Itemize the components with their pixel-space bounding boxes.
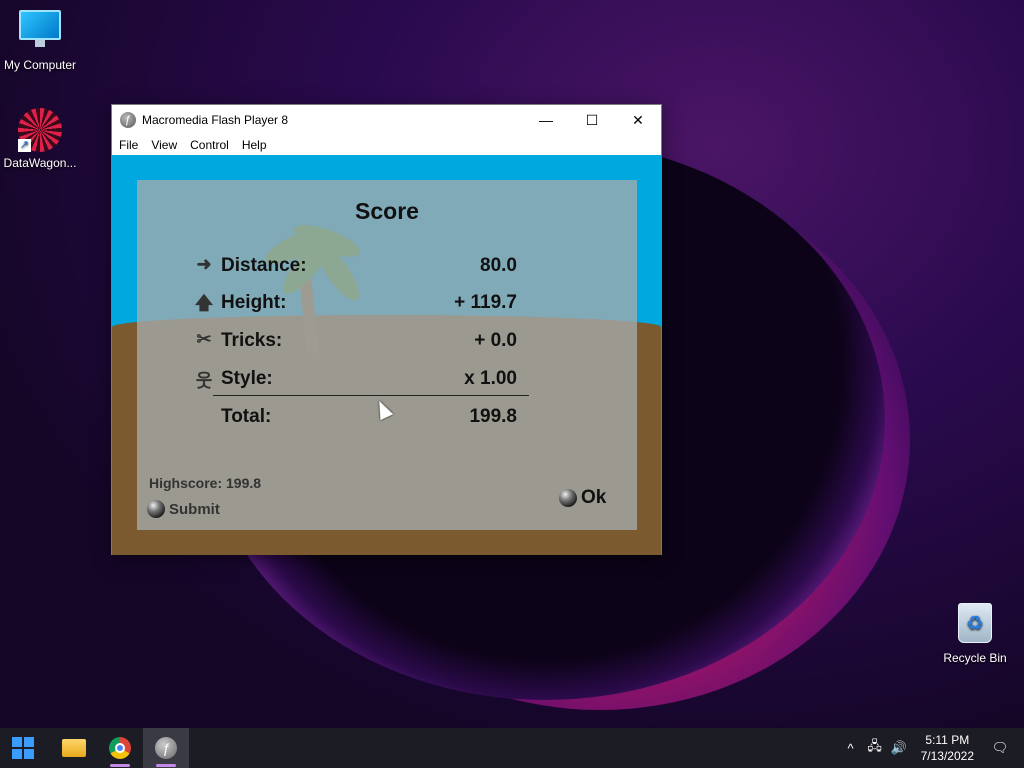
total-divider xyxy=(213,395,529,396)
datawagon-icon: ↗ xyxy=(18,108,62,152)
running-indicator xyxy=(110,764,130,767)
score-row-label: Distance: xyxy=(221,255,307,276)
flash-player-window: ƒ Macromedia Flash Player 8 — ☐ ✕ File V… xyxy=(111,104,662,555)
taskbar-chrome[interactable] xyxy=(97,728,143,768)
folder-icon xyxy=(62,739,86,757)
menu-bar: File View Control Help xyxy=(112,135,661,155)
taskbar: ƒ ^ 🖧 🔊 5:11 PM 7/13/2022 🗨 xyxy=(0,728,1024,768)
clock-time: 5:11 PM xyxy=(925,733,970,747)
flash-icon: ƒ xyxy=(155,737,177,759)
monitor-icon xyxy=(18,10,62,54)
stick-figure-icon: 웃 xyxy=(195,371,213,391)
window-title: Macromedia Flash Player 8 xyxy=(142,113,289,127)
score-row-label: Height: xyxy=(221,292,287,313)
close-button[interactable]: ✕ xyxy=(615,105,661,135)
desktop-icon-my-computer[interactable]: My Computer xyxy=(0,10,80,72)
total-label: Total: xyxy=(221,406,272,427)
taskbar-flash-player[interactable]: ƒ xyxy=(143,728,189,768)
network-icon[interactable]: 🖧 xyxy=(863,737,887,759)
score-row-distance: ➜ Distance: 80.0 xyxy=(193,253,517,279)
menu-file[interactable]: File xyxy=(119,138,138,152)
system-tray: ^ 🖧 🔊 5:11 PM 7/13/2022 🗨 xyxy=(839,728,1024,768)
menu-help[interactable]: Help xyxy=(242,138,267,152)
submit-button[interactable]: Submit xyxy=(147,500,220,518)
score-row-label: Tricks: xyxy=(221,330,283,351)
score-row-value: + 0.0 xyxy=(474,330,517,351)
clock-date: 7/13/2022 xyxy=(920,749,974,763)
start-button[interactable] xyxy=(0,728,46,768)
windows-logo-icon xyxy=(12,737,34,759)
menu-control[interactable]: Control xyxy=(190,138,229,152)
desktop-icon-label: Recycle Bin xyxy=(943,651,1007,665)
flash-stage: Score ➜ Distance: 80.0 🡅 Height: + 119.7… xyxy=(112,155,661,555)
submit-label: Submit xyxy=(169,500,220,518)
score-row-label: Style: xyxy=(221,368,273,389)
desktop-icon-recycle-bin[interactable]: ♻ Recycle Bin xyxy=(935,603,1015,665)
recycle-bin-icon: ♻ xyxy=(953,603,997,647)
menu-view[interactable]: View xyxy=(151,138,177,152)
score-row-height: 🡅 Height: + 119.7 xyxy=(193,290,517,316)
volume-icon[interactable]: 🔊 xyxy=(887,740,911,756)
orb-icon xyxy=(147,500,165,518)
running-indicator xyxy=(156,764,176,767)
highscore-text: Highscore: 199.8 xyxy=(149,475,262,491)
score-row-style: 웃 Style: x 1.00 xyxy=(193,366,517,392)
score-row-value: 80.0 xyxy=(480,255,517,276)
score-row-tricks: ✂ Tricks: + 0.0 xyxy=(193,328,517,354)
arrow-right-icon: ➜ xyxy=(196,254,212,274)
tray-overflow-chevron-icon[interactable]: ^ xyxy=(839,741,863,756)
window-titlebar[interactable]: ƒ Macromedia Flash Player 8 — ☐ ✕ xyxy=(112,105,661,135)
score-row-value: x 1.00 xyxy=(464,368,517,389)
notification-icon[interactable]: 🗨 xyxy=(988,740,1012,756)
clock[interactable]: 5:11 PM 7/13/2022 xyxy=(921,732,974,764)
chrome-icon xyxy=(109,737,131,759)
score-title: Score xyxy=(355,198,419,224)
flash-app-icon: ƒ xyxy=(120,112,136,128)
score-row-total: Total: 199.8 xyxy=(193,404,517,430)
shortcut-arrow-icon: ↗ xyxy=(18,139,31,152)
ok-button[interactable]: Ok xyxy=(559,487,606,509)
ok-label: Ok xyxy=(581,487,607,508)
score-panel: Score ➜ Distance: 80.0 🡅 Height: + 119.7… xyxy=(137,180,637,530)
minimize-button[interactable]: — xyxy=(523,105,569,135)
tricks-icon: ✂ xyxy=(196,329,212,349)
maximize-button[interactable]: ☐ xyxy=(569,105,615,135)
arrow-up-icon: 🡅 xyxy=(194,293,214,313)
desktop-icon-datawagon[interactable]: ↗ DataWagon... xyxy=(0,108,80,170)
desktop-icon-label: DataWagon... xyxy=(3,156,77,170)
desktop-icon-label: My Computer xyxy=(3,58,77,72)
taskbar-file-explorer[interactable] xyxy=(51,728,97,768)
total-value: 199.8 xyxy=(469,406,517,427)
score-row-value: + 119.7 xyxy=(454,292,517,313)
orb-icon xyxy=(559,489,577,507)
